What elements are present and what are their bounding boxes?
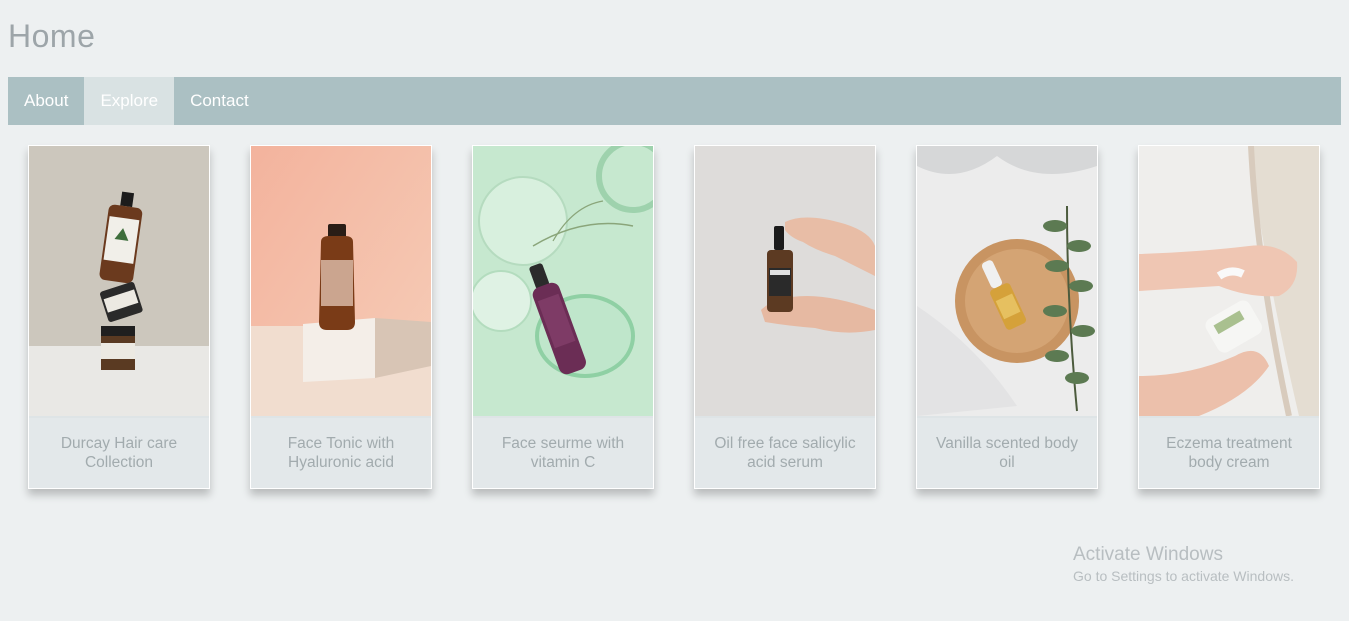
windows-activation-watermark: Activate Windows Go to Settings to activ… — [1073, 544, 1294, 584]
main-navbar: About Explore Contact — [8, 77, 1341, 125]
product-card-salicylic-serum[interactable]: Oil free face salicylic acid serum — [694, 145, 876, 489]
product-card-eczema-cream[interactable]: Eczema treatment body cream — [1138, 145, 1320, 489]
page-title: Home — [8, 18, 96, 54]
product-image-hair-care — [29, 146, 209, 416]
product-card-hair-care[interactable]: Durcay Hair care Collection — [28, 145, 210, 489]
product-image-face-tonic — [251, 146, 431, 416]
product-caption: Face seurme with vitamin C — [473, 418, 653, 488]
product-image-salicylic-serum — [695, 146, 875, 416]
watermark-subtitle: Go to Settings to activate Windows. — [1073, 568, 1294, 584]
product-card-body-oil[interactable]: Vanilla scented body oil — [916, 145, 1098, 489]
nav-item-contact[interactable]: Contact — [174, 77, 265, 125]
product-image-body-oil — [917, 146, 1097, 416]
product-grid: Durcay Hair care Collection Face Tonic w… — [28, 145, 1320, 489]
product-caption: Eczema treatment body cream — [1139, 418, 1319, 488]
nav-item-about[interactable]: About — [8, 77, 84, 125]
product-caption: Durcay Hair care Collection — [29, 418, 209, 488]
product-caption: Vanilla scented body oil — [917, 418, 1097, 488]
nav-item-explore[interactable]: Explore — [84, 77, 175, 125]
watermark-title: Activate Windows — [1073, 544, 1223, 565]
product-caption: Face Tonic with Hyaluronic acid — [251, 418, 431, 488]
product-image-face-serum — [473, 146, 653, 416]
product-image-eczema-cream — [1139, 146, 1319, 416]
product-card-face-serum[interactable]: Face seurme with vitamin C — [472, 145, 654, 489]
product-caption: Oil free face salicylic acid serum — [695, 418, 875, 488]
product-card-face-tonic[interactable]: Face Tonic with Hyaluronic acid — [250, 145, 432, 489]
